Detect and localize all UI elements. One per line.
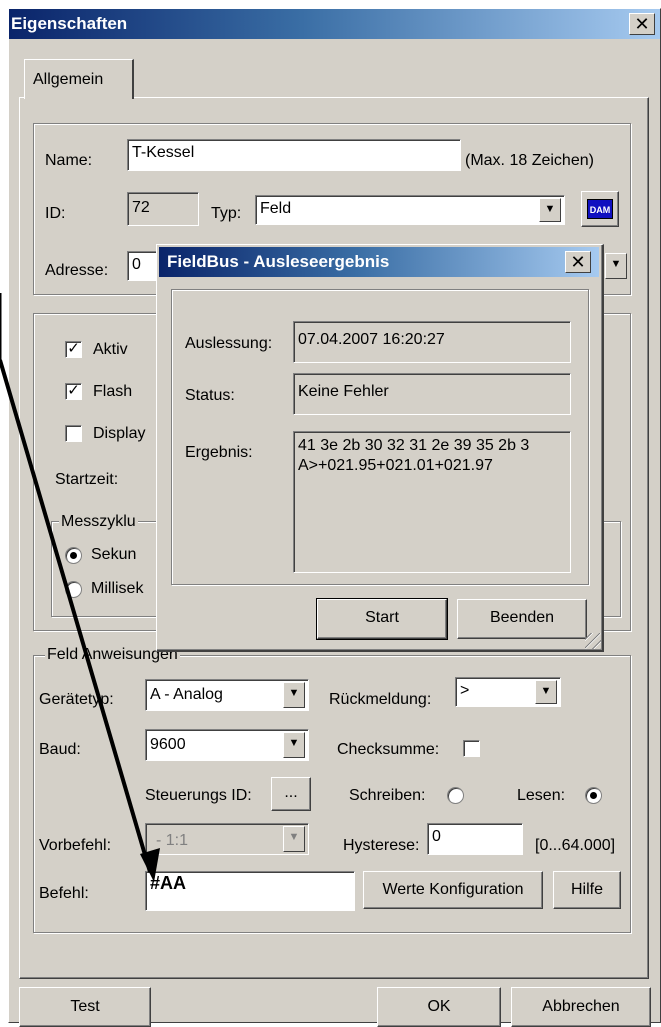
type-select[interactable]: Feld (255, 195, 565, 225)
dam-icon: DAM (587, 199, 613, 219)
seconds-label: Sekun (91, 546, 137, 563)
flash-label: Flash (93, 383, 133, 400)
readout-label: Auslessung: (185, 335, 273, 352)
baud-dropdown-button[interactable]: ▼ (283, 732, 305, 758)
type-value: Feld (260, 200, 292, 217)
display-label: Display (93, 425, 146, 442)
control-id-label: Steuerungs ID: (145, 787, 252, 804)
chevron-down-icon: ▼ (540, 685, 552, 697)
tab-general-label: Allgemein (33, 71, 104, 88)
popup-title: FieldBus - Ausleseergebnis (167, 252, 390, 271)
chevron-down-icon: ▼ (288, 737, 300, 749)
device-type-dropdown-button[interactable]: ▼ (283, 682, 305, 708)
milliseconds-radio[interactable] (65, 581, 82, 598)
seconds-radio[interactable] (65, 547, 82, 564)
command-input[interactable]: #AA (145, 871, 355, 911)
test-button[interactable]: Test (19, 987, 151, 1027)
feedback-value: > (460, 682, 470, 699)
help-button[interactable]: Hilfe (553, 871, 621, 909)
baud-value: 9600 (150, 736, 186, 753)
status-label: Status: (185, 387, 235, 404)
close-popup-button[interactable]: Beenden (457, 599, 587, 639)
precommand-dropdown-button[interactable]: ▼ (283, 826, 305, 852)
command-label: Befehl: (39, 885, 89, 902)
precommand-value: - 1:1 (156, 832, 189, 849)
type-dropdown-button[interactable]: ▼ (539, 198, 561, 222)
name-hint: (Max. 18 Zeichen) (465, 152, 594, 169)
cancel-button[interactable]: Abbrechen (511, 987, 651, 1027)
checksum-checkbox[interactable] (463, 740, 480, 757)
close-icon: ✕ (570, 252, 586, 272)
result-label: Ergebnis: (185, 444, 253, 461)
feedback-label: Rückmeldung: (329, 691, 432, 708)
active-checkbox[interactable]: ✓ (65, 341, 82, 358)
ok-button[interactable]: OK (377, 987, 501, 1027)
popup-title-bar[interactable]: FieldBus - Ausleseergebnis (159, 247, 599, 277)
result-text-line: A>+021.95+021.01+021.97 (298, 457, 493, 474)
start-button[interactable]: Start (316, 598, 448, 640)
flash-checkbox[interactable]: ✓ (65, 383, 82, 400)
fieldbus-result-dialog: FieldBus - Ausleseergebnis ✕ Auslessung:… (156, 244, 604, 652)
active-label: Aktiv (93, 341, 128, 358)
type-label: Typ: (211, 205, 242, 222)
write-radio[interactable] (447, 787, 464, 804)
title-bar[interactable]: Eigenschaften (9, 9, 660, 39)
dialog-title: Eigenschaften (11, 14, 128, 33)
hysteresis-range: [0...64.000] (535, 837, 616, 854)
id-label: ID: (45, 205, 66, 222)
name-label: Name: (45, 152, 93, 169)
device-type-label: Gerätetyp: (39, 691, 114, 708)
measure-cycle-label: Messzyklu (59, 513, 138, 531)
resize-grip-icon[interactable] (585, 633, 601, 649)
dam-button[interactable]: DAM (581, 191, 619, 227)
read-label: Lesen: (517, 787, 566, 804)
display-checkbox[interactable] (65, 425, 82, 442)
address-label: Adresse: (45, 262, 109, 279)
chevron-down-icon: ▼ (288, 831, 300, 843)
name-input[interactable]: T-Kessel (127, 139, 461, 171)
read-radio[interactable] (585, 787, 602, 804)
address-dropdown-button[interactable]: ▼ (605, 253, 627, 279)
feedback-dropdown-button[interactable]: ▼ (535, 680, 557, 704)
id-field: 72 (127, 192, 199, 226)
result-textarea[interactable]: 41 3e 2b 30 32 31 2e 39 35 2b 3 A>+021.9… (293, 431, 571, 573)
chevron-down-icon: ▼ (288, 687, 300, 699)
write-label: Schreiben: (349, 787, 426, 804)
chevron-down-icon: ▼ (544, 203, 556, 215)
close-button[interactable]: ✕ (629, 13, 655, 35)
tab-general[interactable]: Allgemein (24, 59, 134, 99)
start-time-label: Startzeit: (55, 471, 119, 488)
precommand-label: Vorbefehl: (39, 837, 112, 854)
milliseconds-label: Millisek (91, 580, 144, 597)
checksum-label: Checksumme: (337, 741, 440, 758)
chevron-down-icon: ▼ (610, 258, 622, 270)
values-config-button[interactable]: Werte Konfiguration (363, 871, 543, 909)
device-type-value: A - Analog (150, 686, 223, 703)
hysteresis-input[interactable]: 0 (427, 823, 523, 855)
result-hex-line: 41 3e 2b 30 32 31 2e 39 35 2b 3 (298, 437, 530, 454)
hysteresis-label: Hysterese: (343, 837, 420, 854)
status-field: Keine Fehler (293, 373, 571, 415)
control-id-button[interactable]: ... (271, 777, 311, 811)
readout-field: 07.04.2007 16:20:27 (293, 321, 571, 363)
popup-close-button[interactable]: ✕ (565, 251, 591, 273)
close-icon: ✕ (634, 14, 650, 34)
baud-label: Baud: (39, 741, 81, 758)
